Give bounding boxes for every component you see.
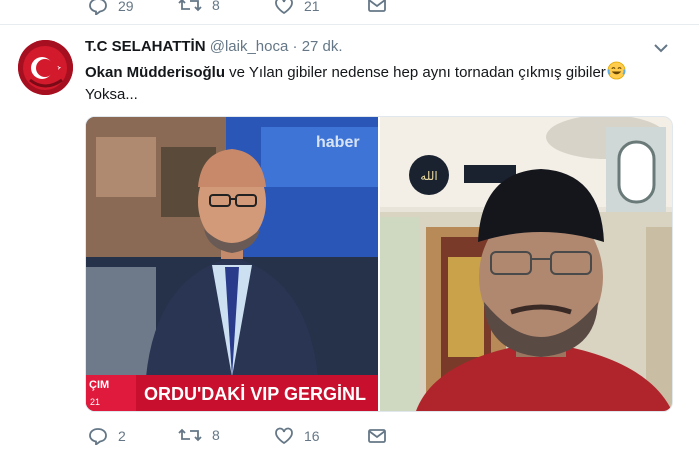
avatar-flag: [18, 40, 73, 95]
prev-message-button[interactable]: [367, 0, 387, 13]
prev-like-count: 21: [304, 0, 320, 14]
like-icon: [275, 0, 293, 15]
user-handle[interactable]: @laik_hoca: [210, 38, 289, 55]
prev-retweet-count: 8: [212, 0, 220, 13]
left-logo: haber: [316, 134, 360, 151]
caret-down-icon[interactable]: [653, 42, 669, 54]
ticker-headline: ORDU'DAKİ VIP GERGİNL: [144, 384, 366, 404]
message-button[interactable]: [367, 428, 387, 444]
prev-reply-count: 29: [118, 0, 134, 14]
reply-count: 2: [118, 428, 126, 444]
previous-tweet-actions: 29 8 21: [0, 0, 699, 18]
avatar[interactable]: [18, 40, 73, 95]
reply-icon: [89, 0, 107, 15]
display-name[interactable]: T.C SELAHATTİN: [85, 38, 206, 55]
text-line2: Yoksa...: [85, 86, 138, 103]
prev-reply-button[interactable]: 29: [88, 0, 134, 15]
header-separator: ·: [292, 38, 298, 55]
retweet-icon: [178, 0, 202, 12]
wall-calligraphy: الله: [420, 169, 437, 183]
like-icon: [275, 427, 293, 445]
ticker-tag: ÇIM: [89, 379, 109, 391]
like-button[interactable]: 16: [274, 427, 320, 445]
prev-like-button[interactable]: 21: [274, 0, 320, 15]
right-media-photo[interactable]: الله: [380, 117, 672, 411]
like-count: 16: [304, 428, 320, 444]
message-icon: [368, 0, 386, 12]
message-icon: [368, 429, 386, 443]
tweet-text: Okan Müdderisoğlu ve Yılan gibiler neden…: [85, 61, 685, 106]
ticker-clock: 21: [90, 397, 100, 407]
text-body: ve Yılan gibiler nedense hep aynı tornad…: [225, 64, 606, 81]
text-mention[interactable]: Okan Müdderisoğlu: [85, 64, 225, 81]
tweet-header: T.C SELAHATTİN @laik_hoca · 27 dk.: [85, 38, 343, 55]
retweet-count: 8: [212, 427, 220, 443]
retweet-icon: [178, 428, 202, 442]
left-media-photo[interactable]: haber ÇIM 21 ORDU'DAKİ VIP GERGİNL: [86, 117, 378, 411]
reply-button[interactable]: 2: [88, 427, 126, 445]
reply-icon: [89, 428, 107, 445]
prev-retweet-button[interactable]: 8: [178, 0, 220, 13]
crying-laughing-emoji: [607, 61, 626, 80]
tweet-media[interactable]: haber ÇIM 21 ORDU'DAKİ VIP GERGİNL الله: [85, 116, 673, 412]
retweet-button[interactable]: 8: [178, 427, 220, 443]
tweet-timestamp[interactable]: 27 dk.: [302, 38, 343, 55]
tweet-divider: [0, 24, 699, 25]
